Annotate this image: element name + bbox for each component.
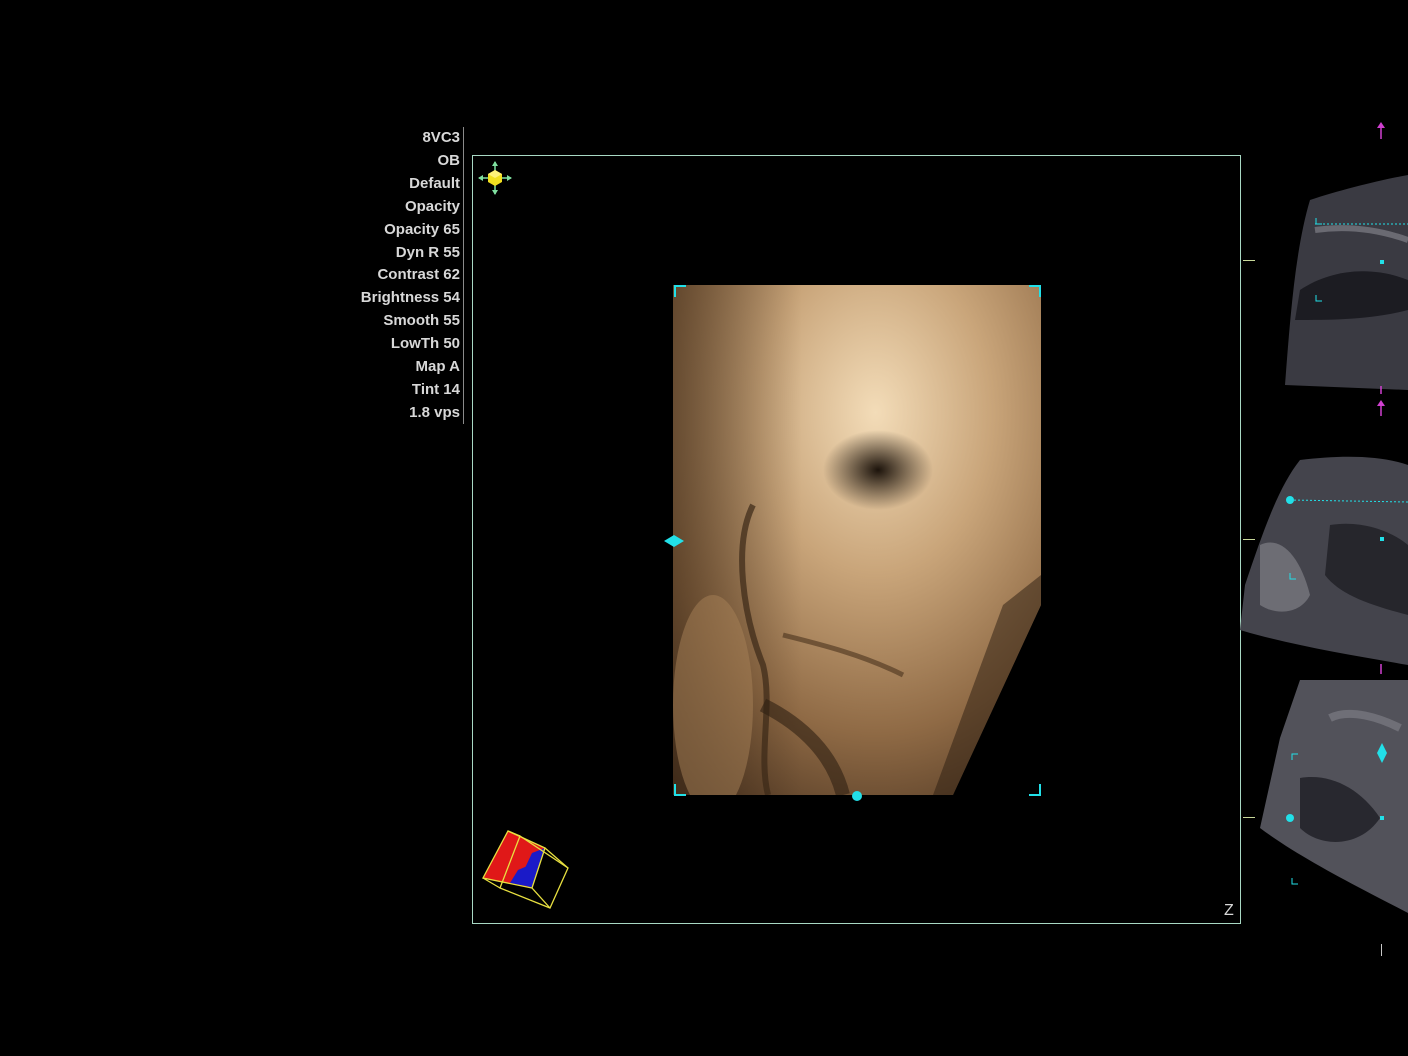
plane-view-a[interactable] [1240, 170, 1408, 390]
param-preset: Default [409, 174, 460, 192]
param-dynamic-range: Dyn R 55 [395, 243, 460, 261]
orientation-cube-icon[interactable] [480, 828, 575, 913]
param-smooth: Smooth 55 [383, 312, 460, 330]
arrow-up-icon [1377, 386, 1385, 416]
param-low-threshold: LowTh 50 [390, 335, 460, 353]
param-contrast: Contrast 62 [377, 266, 460, 284]
render-corner-top-left [674, 285, 686, 297]
render-corner-top-right [1029, 285, 1041, 297]
move-tool-icon[interactable] [477, 160, 513, 196]
left-handle-icon[interactable] [664, 535, 684, 547]
arrow-up-icon [1377, 122, 1385, 139]
bottom-handle-icon[interactable] [851, 790, 863, 802]
param-map: Map A [415, 358, 460, 376]
render-corner-bottom-left [674, 784, 686, 796]
param-application: OB [437, 151, 461, 169]
param-tint: Tint 14 [411, 380, 460, 398]
acquisition-params: 8VC3 OB Default Opacity Opacity 65 Dyn R… [300, 127, 460, 425]
param-brightness: Brightness 54 [360, 289, 460, 307]
volume-render-image [673, 285, 1041, 795]
plane-view-c[interactable] [1240, 678, 1408, 918]
plane-view-b[interactable] [1240, 455, 1408, 665]
param-volume-rate: 1.8 vps [409, 403, 460, 421]
params-divider [463, 127, 464, 424]
param-opacity: Opacity 65 [384, 220, 460, 238]
param-probe: 8VC3 [422, 129, 460, 146]
render-corner-bottom-right [1029, 784, 1041, 796]
param-render-mode: Opacity [404, 197, 460, 215]
axis-z-label: Z [1224, 902, 1234, 919]
scale-mark [1381, 944, 1382, 956]
